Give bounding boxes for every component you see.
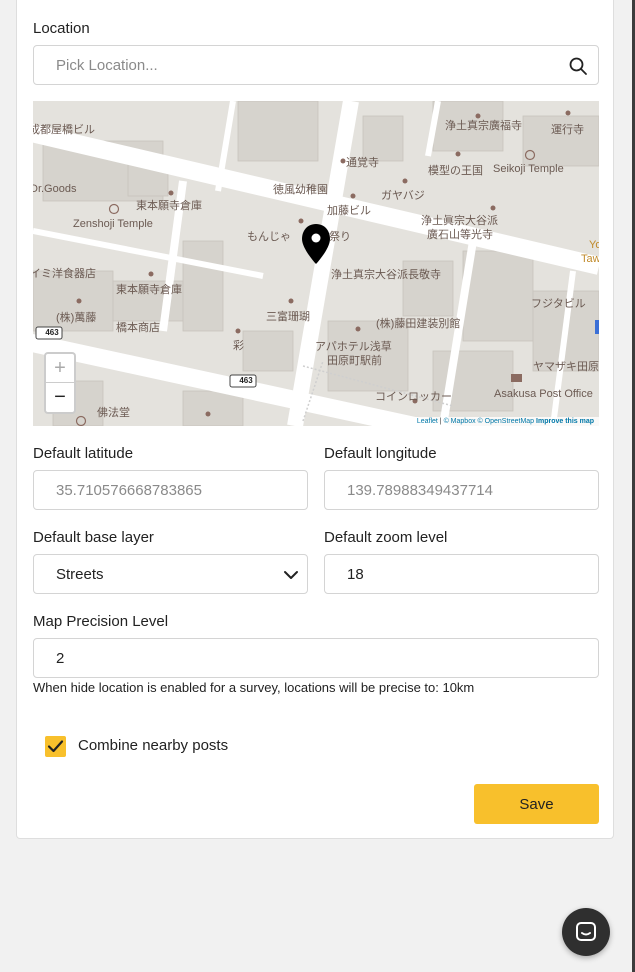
chat-launcher-button[interactable] [562, 908, 610, 956]
precision-help-text: When hide location is enabled for a surv… [33, 680, 475, 695]
location-placeholder: Pick Location... [56, 56, 158, 74]
osm-link[interactable]: © OpenStreetMap [478, 418, 535, 425]
map-label-12: 運行寺 [551, 124, 584, 136]
zoom-level-input[interactable]: 18 [324, 554, 599, 594]
combine-checkbox[interactable] [45, 736, 66, 757]
map-label-23: 三富珊瑚 [266, 311, 310, 323]
mapbox-link[interactable]: © Mapbox [444, 418, 476, 425]
map-label-27: 田原町駅前 [327, 355, 382, 367]
map-label-11: 浄土真宗廣福寺 [445, 120, 522, 132]
map-label-2: Dr.Goods [33, 183, 77, 195]
map-label-10: 通覚寺 [346, 157, 379, 169]
check-icon [47, 740, 64, 753]
base-layer-select[interactable]: Streets [33, 554, 308, 594]
map-label-9: 徳風幼稚園 [273, 184, 328, 196]
latitude-label: Default latitude [33, 445, 134, 462]
map-label-13: 模型の王国 [428, 165, 483, 177]
location-label: Location [33, 20, 90, 37]
map-label-1: 成都屋橋ビル [33, 124, 95, 136]
map-label-3: 東本願寺倉庫 [136, 200, 202, 212]
map-label-28: ヤマザキ田原 [533, 361, 599, 373]
map-label-14: Seikoji Temple [493, 163, 564, 175]
base-layer-value: Streets [56, 565, 104, 583]
map-label-33: Taw [581, 253, 599, 265]
map-label-24: (株)藤田建装別館 [376, 318, 461, 330]
route-badge-463-b: 463 [239, 376, 253, 385]
map-label-16: 加藤ビル [327, 205, 371, 217]
precision-value: 2 [56, 649, 65, 667]
route-badge-463: 463 [45, 328, 59, 337]
map-attribution: Leaflet | © Mapbox © OpenStreetMap Impro… [411, 417, 599, 426]
longitude-label: Default longitude [324, 445, 437, 462]
map-label-20: 祭り [329, 231, 351, 243]
combine-label: Combine nearby posts [78, 737, 229, 754]
leaflet-link[interactable]: Leaflet [417, 418, 438, 425]
map-label-29: コインロッカー [375, 391, 452, 403]
map-zoom-control: + − [44, 352, 76, 414]
map-label-7: (株)萬藤 [56, 312, 97, 324]
map-label-25: 彩 [233, 340, 244, 352]
map-label-5: イミ洋食器店 [33, 268, 96, 280]
chat-icon [576, 922, 596, 941]
latitude-input[interactable]: 35.710576668783865 [33, 470, 308, 510]
map-label-4: Zenshoji Temple [73, 218, 153, 230]
map-view[interactable]: 成都屋橋ビル Dr.Goods 東本願寺倉庫 Zenshoji Temple イ… [33, 101, 599, 426]
precision-input[interactable]: 2 [33, 638, 599, 678]
map-label-6: 東本願寺倉庫 [116, 284, 182, 296]
map-label-15: ガヤバジ [381, 190, 425, 202]
map-label-30: Asakusa Post Office [494, 388, 593, 400]
zoom-in-button[interactable]: + [46, 354, 74, 383]
map-label-18: 廣石山等光寺 [427, 229, 493, 241]
zoom-out-button[interactable]: − [46, 383, 74, 412]
latitude-placeholder: 35.710576668783865 [56, 481, 202, 499]
map-label-32: Yo [589, 239, 599, 251]
location-search-input[interactable]: Pick Location... [33, 45, 599, 85]
zoom-level-label: Default zoom level [324, 529, 448, 546]
map-label-19: もんじゃ [247, 231, 291, 243]
zoom-level-value: 18 [347, 565, 364, 583]
search-icon[interactable] [568, 56, 588, 76]
precision-label: Map Precision Level [33, 613, 169, 630]
map-label-8: 橋本商店 [116, 322, 160, 334]
chevron-down-icon [284, 571, 298, 579]
save-button[interactable]: Save [474, 784, 599, 824]
longitude-placeholder: 139.78988349437714 [347, 481, 493, 499]
map-label-21: 浄土真宗大谷派長敬寺 [331, 269, 441, 281]
settings-card: Location Pick Location... 成都屋橋ビル Dr.Good… [16, 0, 614, 839]
map-label-22: フジタビル [531, 298, 586, 310]
base-layer-label: Default base layer [33, 529, 154, 546]
map-label-31: 佛法堂 [97, 407, 130, 419]
improve-map-link[interactable]: Improve this map [536, 418, 594, 425]
longitude-input[interactable]: 139.78988349437714 [324, 470, 599, 510]
map-tiles [33, 101, 599, 426]
